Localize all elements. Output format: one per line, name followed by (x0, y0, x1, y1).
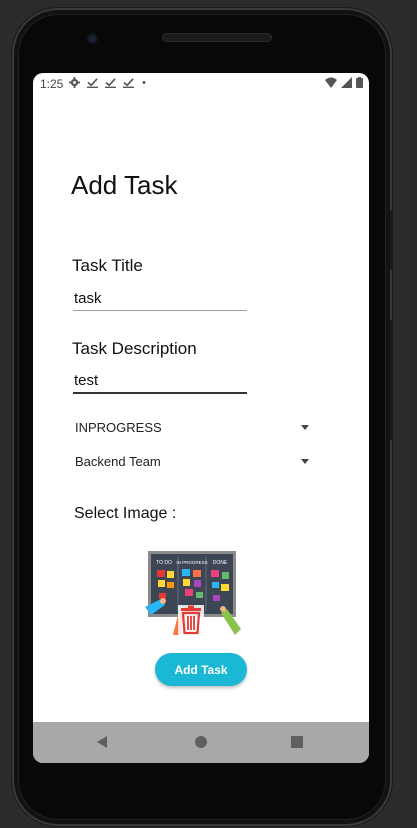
team-dropdown[interactable]: Backend Team (73, 450, 309, 474)
task-description-label: Task Description (72, 339, 197, 358)
check-notification-icon (123, 78, 134, 88)
board-heading-todo: TO DO (156, 560, 172, 566)
select-image-label: Select Image : (74, 505, 177, 522)
team-dropdown-value: Backend Team (75, 454, 161, 469)
task-description-underline (73, 392, 247, 394)
wifi-icon (325, 77, 337, 88)
home-icon[interactable] (195, 736, 207, 748)
task-title-label: Task Title (72, 256, 143, 275)
dropdown-arrow-icon (301, 425, 309, 430)
check-notification-icon (87, 78, 98, 88)
add-task-button[interactable]: Add Task (155, 653, 247, 686)
status-dropdown[interactable]: INPROGRESS (73, 416, 309, 440)
check-notification-icon (105, 78, 116, 88)
status-time: 1:25 (40, 77, 64, 91)
board-heading-inprogress: IN PROGRESS (176, 560, 207, 565)
task-title-underline (73, 310, 247, 311)
volume-button (390, 210, 393, 270)
status-dropdown-value: INPROGRESS (75, 420, 162, 435)
status-bar: 1:25 (33, 73, 369, 95)
status-notification-icons (69, 77, 147, 88)
app-screen: 1:25 Add Task Task Title task Task Descr… (33, 73, 369, 763)
gear-icon (69, 77, 80, 88)
task-description-input[interactable] (73, 368, 249, 392)
power-button (390, 320, 393, 440)
back-icon[interactable] (97, 736, 107, 748)
signal-icon (341, 77, 352, 88)
trash-icon[interactable] (178, 605, 204, 635)
front-camera (87, 33, 98, 44)
selected-task-image[interactable]: TO DO IN PROGRESS DONE (145, 549, 245, 635)
battery-icon (356, 77, 363, 88)
dot-icon (142, 81, 146, 84)
recents-icon[interactable] (291, 736, 303, 748)
status-system-icons (325, 77, 363, 88)
earpiece-speaker (162, 33, 272, 42)
task-title-input[interactable] (73, 286, 249, 310)
navigation-bar (33, 722, 369, 763)
board-heading-done: DONE (213, 560, 228, 566)
dropdown-arrow-icon (301, 459, 309, 464)
page-title: Add Task (71, 170, 178, 200)
